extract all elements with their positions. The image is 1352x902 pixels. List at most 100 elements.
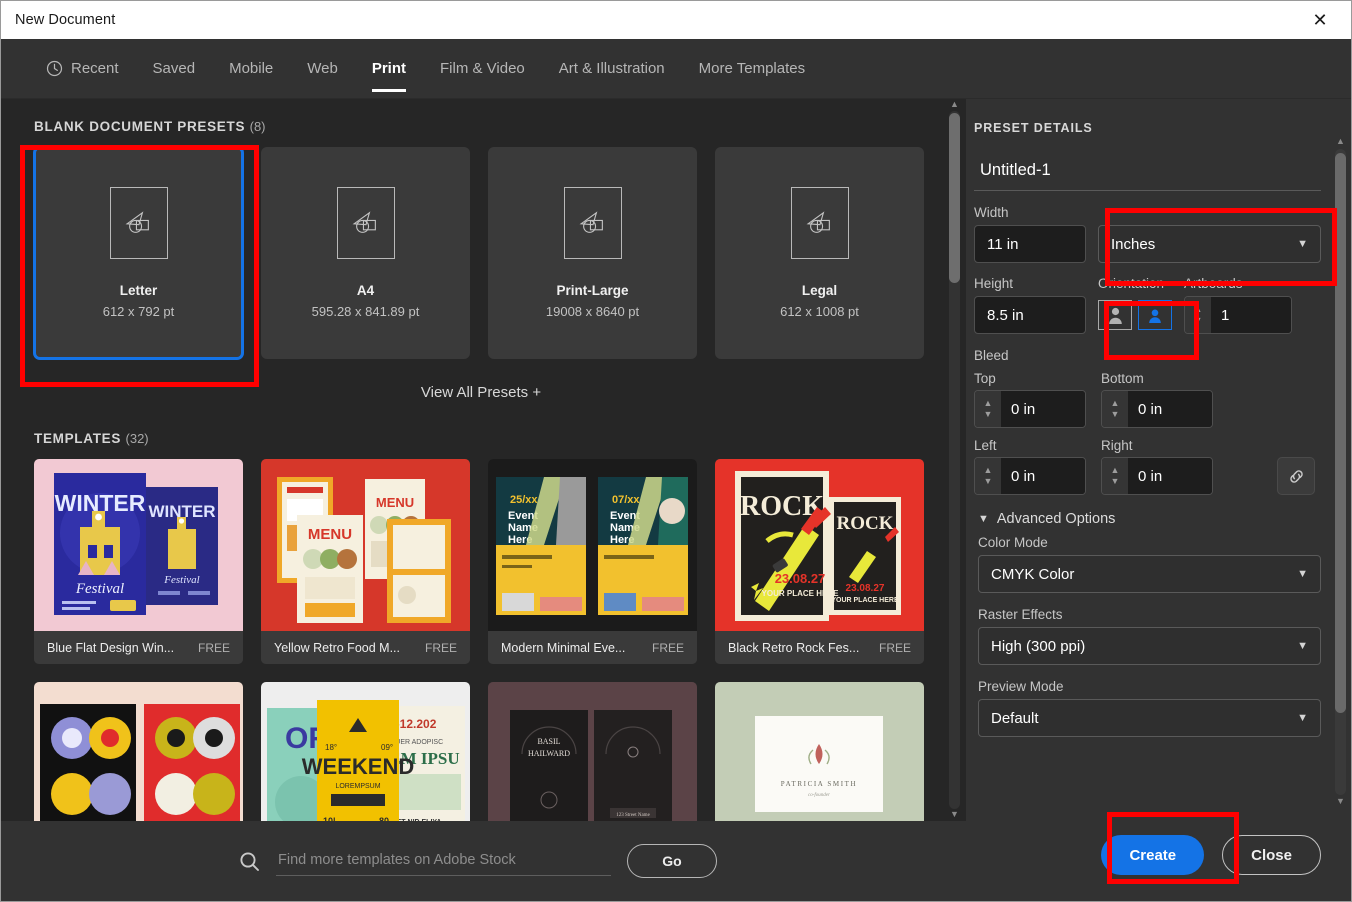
tab-label: Mobile [229, 60, 274, 77]
template-card[interactable]: ROCK 23.08.27 YOUR PLACE HERE ROCK 23.08… [715, 459, 924, 664]
create-button[interactable]: Create [1101, 835, 1205, 875]
stepper-up-icon[interactable]: ▲ [1194, 304, 1203, 315]
template-price: FREE [651, 640, 684, 655]
template-art-patricia: PATRICIA SMITH co-founder [715, 682, 924, 821]
template-card[interactable]: 25/xx Event Name Here 07/xx Event Name H… [488, 459, 697, 664]
document-icon [109, 187, 168, 259]
preset-card-print-large[interactable]: Print-Large 19008 x 8640 pt [488, 147, 697, 359]
template-card[interactable]: ORE .06-12.202 CTETUER ADOPISC REM IPSU … [261, 682, 470, 821]
template-card[interactable]: PATRICIA SMITH co-founder [715, 682, 924, 821]
template-card[interactable]: BASIL HAILWARD Job position 123 Street N… [488, 682, 697, 821]
scrollbar-thumb[interactable] [949, 113, 960, 283]
scroll-down-icon[interactable]: ▼ [950, 809, 959, 821]
svg-text:WEEKEND: WEEKEND [302, 754, 414, 779]
bleed-right-stepper-arrows[interactable]: ▲ ▼ [1102, 458, 1128, 494]
templates-column: BLANK DOCUMENT PRESETS (8) Letter 612 x … [1, 99, 966, 901]
scrollbar-thumb[interactable] [1335, 153, 1346, 713]
stepper-down-icon[interactable]: ▼ [1194, 315, 1203, 326]
bleed-top-stepper-arrows[interactable]: ▲ ▼ [975, 391, 1001, 427]
stepper-down-icon[interactable]: ▼ [984, 476, 993, 487]
svg-text:10|: 10| [323, 816, 336, 821]
view-all-presets-link[interactable]: View All Presets + [34, 384, 928, 401]
height-input[interactable] [974, 296, 1086, 334]
bleed-top-input[interactable] [1001, 391, 1085, 427]
close-icon[interactable]: ✕ [1297, 1, 1343, 39]
templates-scrollbar[interactable]: ▲ ▼ [948, 99, 961, 821]
template-thumbnail: ROCK 23.08.27 YOUR PLACE HERE ROCK 23.08… [715, 459, 924, 631]
bleed-right-input[interactable] [1128, 458, 1212, 494]
tab-saved[interactable]: Saved [136, 39, 213, 98]
landscape-orientation-button[interactable] [1138, 300, 1172, 330]
dialog-footer-buttons: Create Close [966, 809, 1351, 901]
template-thumbnail: PATRICIA SMITH co-founder [715, 682, 924, 821]
width-label: Width [974, 205, 1009, 220]
units-dropdown[interactable]: Inches ▼ [1098, 225, 1321, 263]
category-tab-bar: Recent Saved Mobile Web Print Film & Vid… [1, 39, 1351, 99]
tab-more-templates[interactable]: More Templates [682, 39, 822, 98]
template-title: Black Retro Rock Fes... [728, 640, 860, 655]
template-card[interactable]: MENU MENU Yellow Retro Food M... FREE [261, 459, 470, 664]
tab-recent[interactable]: Recent [29, 39, 136, 98]
link-icon[interactable] [1277, 457, 1315, 495]
close-button[interactable]: Close [1222, 835, 1321, 875]
bleed-left-stepper[interactable]: ▲ ▼ [974, 457, 1086, 495]
scroll-up-icon[interactable]: ▲ [950, 99, 959, 111]
search-input[interactable] [276, 846, 611, 876]
bleed-left-input[interactable] [1001, 458, 1085, 494]
tab-film-and-video[interactable]: Film & Video [423, 39, 542, 98]
bleed-right-stepper[interactable]: ▲ ▼ [1101, 457, 1213, 495]
template-price: FREE [424, 640, 457, 655]
bleed-top-label: Top [974, 371, 996, 386]
scroll-down-icon[interactable]: ▼ [1336, 795, 1345, 809]
stepper-up-icon[interactable]: ▲ [1111, 465, 1120, 476]
bleed-bottom-stepper[interactable]: ▲ ▼ [1101, 390, 1213, 428]
bleed-left-stepper-arrows[interactable]: ▲ ▼ [975, 458, 1001, 494]
document-icon [790, 187, 849, 259]
document-name-input[interactable] [974, 147, 1321, 191]
portrait-orientation-button[interactable] [1098, 300, 1132, 330]
artboards-input[interactable] [1211, 297, 1291, 333]
width-input[interactable] [974, 225, 1086, 263]
artboards-stepper-arrows[interactable]: ▲ ▼ [1185, 297, 1211, 333]
tab-web[interactable]: Web [290, 39, 355, 98]
advanced-options-toggle[interactable]: ▼ Advanced Options [978, 511, 1321, 527]
stepper-down-icon[interactable]: ▼ [1111, 476, 1120, 487]
search-icon [239, 851, 260, 872]
color-mode-value: CMYK Color [991, 565, 1075, 583]
template-thumbnail [34, 682, 243, 821]
tab-mobile[interactable]: Mobile [212, 39, 290, 98]
preset-card-letter[interactable]: Letter 612 x 792 pt [33, 146, 244, 360]
bleed-top-stepper[interactable]: ▲ ▼ [974, 390, 1086, 428]
preset-details-scrollbar[interactable]: ▲ ▼ [1334, 135, 1347, 809]
preset-name: Letter [119, 283, 158, 298]
stepper-up-icon[interactable]: ▲ [1111, 398, 1120, 409]
stepper-up-icon[interactable]: ▲ [984, 465, 993, 476]
chevron-down-icon: ▼ [1297, 237, 1308, 250]
preset-card-legal[interactable]: Legal 612 x 1008 pt [715, 147, 924, 359]
tab-print[interactable]: Print [355, 39, 423, 98]
bleed-bottom-stepper-arrows[interactable]: ▲ ▼ [1102, 391, 1128, 427]
stepper-down-icon[interactable]: ▼ [984, 409, 993, 420]
svg-text:123 Street Name: 123 Street Name [616, 813, 650, 818]
stepper-down-icon[interactable]: ▼ [1111, 409, 1120, 420]
svg-text:YOUR PLACE HERE: YOUR PLACE HERE [831, 597, 899, 604]
template-card[interactable]: WINTER Festival WINTER Festival Blue Fla… [34, 459, 243, 664]
preview-mode-dropdown[interactable]: Default ▼ [978, 699, 1321, 737]
bleed-bottom-input[interactable] [1128, 391, 1212, 427]
template-card[interactable] [34, 682, 243, 821]
svg-text:LOREMPSUM: LOREMPSUM [335, 783, 380, 790]
svg-text:YOUR PLACE HERE: YOUR PLACE HERE [762, 589, 840, 598]
tab-art-and-illustration[interactable]: Art & Illustration [542, 39, 682, 98]
scrollbar-track[interactable] [949, 111, 960, 809]
scrollbar-track[interactable] [1335, 149, 1346, 795]
orientation-group [1098, 300, 1172, 330]
preset-card-a4[interactable]: A4 595.28 x 841.89 pt [261, 147, 470, 359]
template-art-winter: WINTER Festival WINTER Festival [34, 459, 243, 631]
artboards-stepper[interactable]: ▲ ▼ [1184, 296, 1292, 334]
stepper-up-icon[interactable]: ▲ [984, 398, 993, 409]
preset-dimensions: 612 x 792 pt [102, 304, 175, 319]
raster-effects-dropdown[interactable]: High (300 ppi) ▼ [978, 627, 1321, 665]
go-button[interactable]: Go [627, 844, 717, 878]
scroll-up-icon[interactable]: ▲ [1336, 135, 1345, 149]
color-mode-dropdown[interactable]: CMYK Color ▼ [978, 555, 1321, 593]
